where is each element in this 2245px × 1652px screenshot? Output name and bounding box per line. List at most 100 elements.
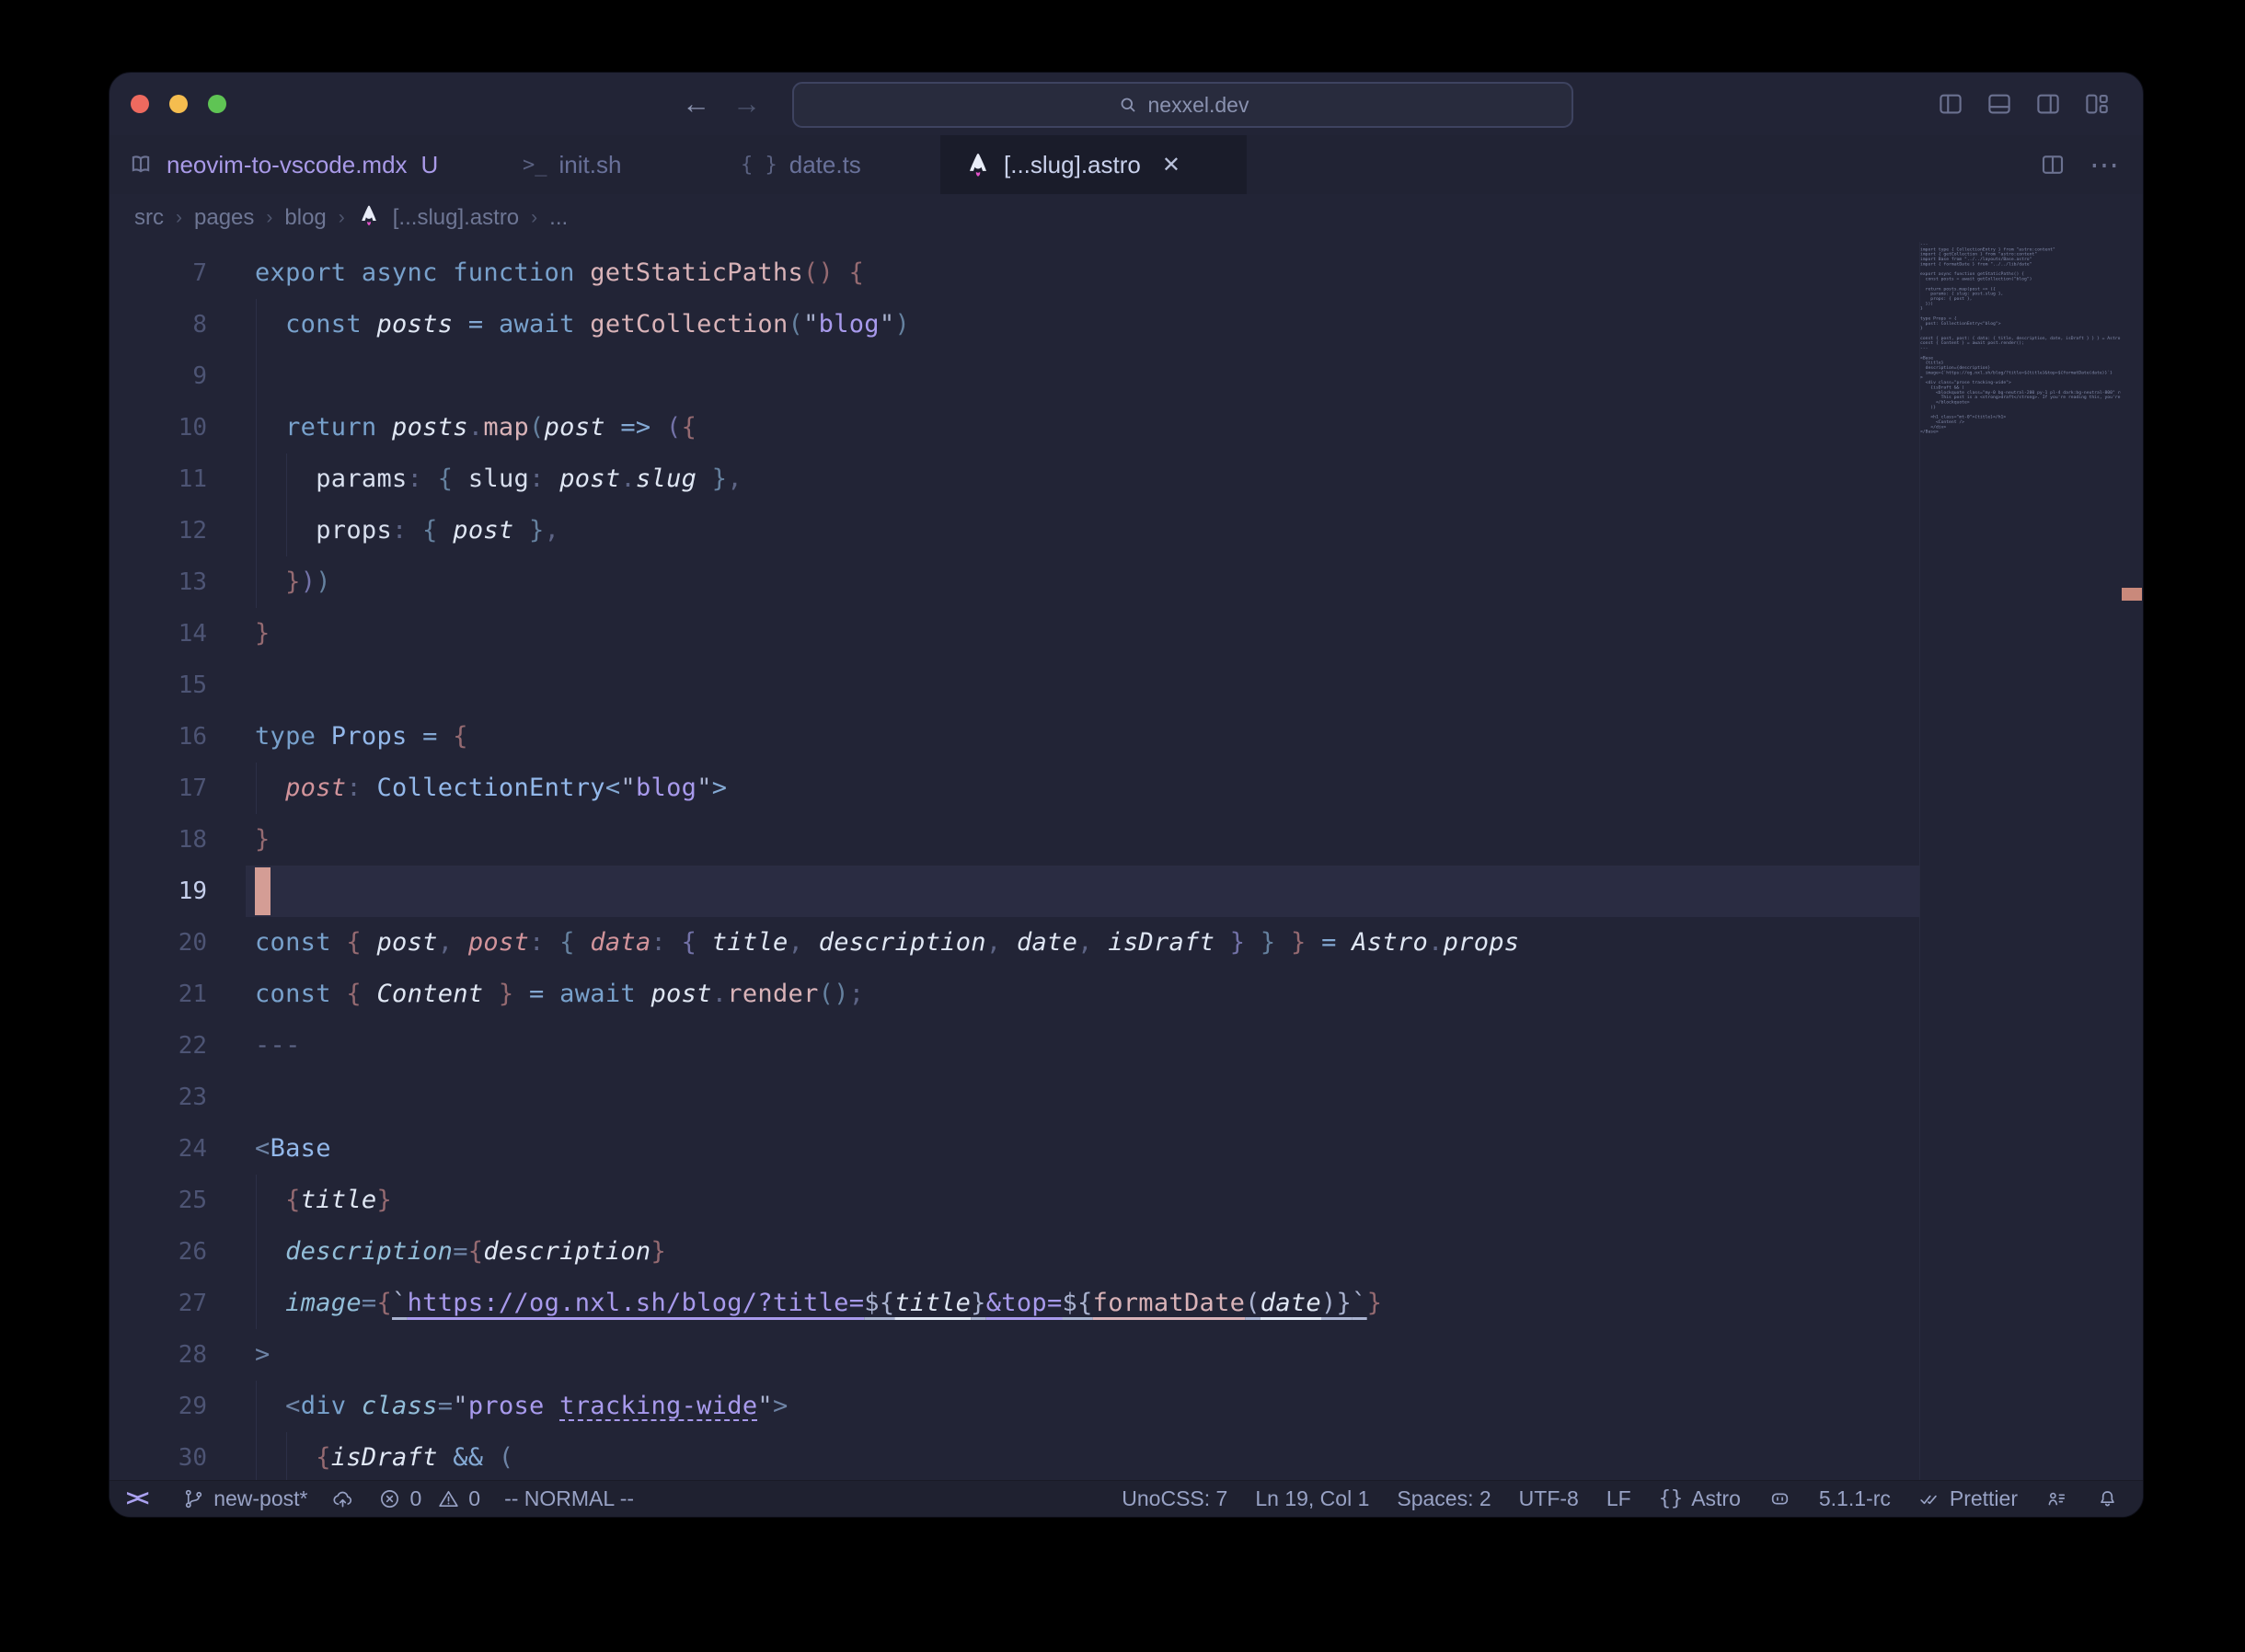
line-number[interactable]: 10 <box>109 402 207 453</box>
minimize-window-button[interactable] <box>169 95 188 113</box>
code-line[interactable]: 20 const { post, post: { data: { title, d… <box>109 917 1919 969</box>
line-number[interactable]: 11 <box>109 453 207 505</box>
code-line[interactable]: 15 <box>109 660 1919 711</box>
breadcrumb-item-file[interactable]: [...slug].astro <box>393 205 519 231</box>
code-line[interactable]: 24 <Base <box>109 1123 1919 1175</box>
zoom-window-button[interactable] <box>208 95 226 113</box>
tab-init-sh[interactable]: >_ init.sh <box>523 135 723 194</box>
accessibility-status[interactable] <box>2045 1487 2068 1510</box>
line-number[interactable]: 24 <box>109 1123 207 1175</box>
breadcrumb-item-blog[interactable]: blog <box>284 205 326 231</box>
breadcrumb-item-more[interactable]: ... <box>549 205 568 231</box>
line-number[interactable]: 20 <box>109 917 207 969</box>
status-bar: >< new-post* 0 0 -- NORMAL -- UnoCSS: 7 … <box>109 1480 2143 1517</box>
copilot-status[interactable] <box>1768 1487 1791 1510</box>
line-number[interactable]: 29 <box>109 1381 207 1432</box>
toggle-left-panel-icon[interactable] <box>1936 90 1965 118</box>
line-number[interactable]: 7 <box>109 247 207 299</box>
forward-button[interactable]: → <box>732 87 761 120</box>
line-number[interactable]: 30 <box>109 1432 207 1484</box>
overview-ruler[interactable] <box>2121 242 2143 1480</box>
code-line[interactable]: 21const { Content } = await post.render(… <box>109 969 1919 1020</box>
line-number[interactable]: 28 <box>109 1329 207 1381</box>
toggle-bottom-panel-icon[interactable] <box>1985 90 2014 118</box>
code-line[interactable]: 16type Props = { <box>109 711 1919 763</box>
code-text: params: { slug: post.slug }, <box>255 453 743 505</box>
tab-slug-astro-active[interactable]: [...slug].astro ✕ <box>940 135 1247 194</box>
eol-status[interactable]: LF <box>1606 1486 1631 1511</box>
close-tab-icon[interactable]: ✕ <box>1162 152 1180 178</box>
line-number[interactable]: 26 <box>109 1226 207 1278</box>
code-text: <div class="prose tracking-wide"> <box>255 1381 789 1432</box>
code-line[interactable]: 14} <box>109 608 1919 660</box>
toggle-right-panel-icon[interactable] <box>2033 90 2063 118</box>
more-actions-icon[interactable]: ⋯ <box>2090 147 2121 182</box>
line-number[interactable]: 25 <box>109 1175 207 1226</box>
sync-changes-button[interactable] <box>331 1487 354 1510</box>
line-number[interactable]: 12 <box>109 505 207 556</box>
code-line[interactable]: 19 <box>109 866 1919 917</box>
code-line[interactable]: 29 <div class="prose tracking-wide"> <box>109 1381 1919 1432</box>
cursor-position-status[interactable]: Ln 19, Col 1 <box>1255 1486 1369 1511</box>
close-window-button[interactable] <box>131 95 149 113</box>
code-line[interactable]: 26 description={description} <box>109 1226 1919 1278</box>
astro-version-status[interactable]: 5.1.1-rc <box>1819 1486 1891 1511</box>
code-line[interactable]: 7export async function getStaticPaths() … <box>109 247 1919 299</box>
code-line[interactable]: 18} <box>109 814 1919 866</box>
code-line[interactable]: 10 return posts.map(post => ({ <box>109 402 1919 453</box>
line-number[interactable]: 16 <box>109 711 207 763</box>
customize-layout-icon[interactable] <box>2082 90 2112 118</box>
warning-count: 0 <box>468 1486 480 1511</box>
code-line[interactable]: 13 })) <box>109 556 1919 608</box>
line-number[interactable]: 13 <box>109 556 207 608</box>
git-branch-item[interactable]: new-post* <box>182 1486 307 1511</box>
code-line[interactable]: 30 {isDraft && ( <box>109 1432 1919 1484</box>
code-line[interactable]: 23 <box>109 1072 1919 1123</box>
tab-neovim-to-vscode[interactable]: neovim-to-vscode.mdx U <box>109 135 523 194</box>
breadcrumb-item-src[interactable]: src <box>134 205 164 231</box>
formatter-status[interactable]: Prettier <box>1918 1486 2018 1511</box>
code-line[interactable]: 28> <box>109 1329 1919 1381</box>
code-line[interactable]: 25 {title} <box>109 1175 1919 1226</box>
code-text: const { post, post: { data: { title, des… <box>255 917 1519 969</box>
overview-ruler-marker <box>2122 588 2142 601</box>
split-editor-icon[interactable] <box>2038 151 2067 178</box>
code-line[interactable]: 17 post: CollectionEntry<"blog"> <box>109 763 1919 814</box>
line-number[interactable]: 22 <box>109 1020 207 1072</box>
code-editor[interactable]: 7export async function getStaticPaths() … <box>109 242 1919 1489</box>
line-number[interactable]: 21 <box>109 969 207 1020</box>
tab-label: date.ts <box>789 151 861 179</box>
line-number[interactable]: 8 <box>109 299 207 350</box>
line-number[interactable]: 18 <box>109 814 207 866</box>
chevron-right-icon: › <box>266 207 272 229</box>
remote-indicator[interactable]: >< <box>126 1486 158 1512</box>
tab-date-ts[interactable]: { } date.ts <box>741 135 940 194</box>
code-line[interactable]: 27 image={`https://og.nxl.sh/blog/?title… <box>109 1278 1919 1329</box>
indentation-status[interactable]: Spaces: 2 <box>1397 1486 1491 1511</box>
code-line[interactable]: 9 <box>109 350 1919 402</box>
unocss-status[interactable]: UnoCSS: 7 <box>1122 1486 1227 1511</box>
line-number[interactable]: 15 <box>109 660 207 711</box>
line-number[interactable]: 19 <box>109 866 207 917</box>
code-line[interactable]: 8 const posts = await getCollection("blo… <box>109 299 1919 350</box>
line-number[interactable]: 23 <box>109 1072 207 1123</box>
line-number[interactable]: 17 <box>109 763 207 814</box>
breadcrumb-item-pages[interactable]: pages <box>194 205 254 231</box>
language-mode-status[interactable]: {} Astro <box>1659 1486 1741 1511</box>
line-number[interactable]: 27 <box>109 1278 207 1329</box>
back-button[interactable]: ← <box>682 87 710 120</box>
line-number[interactable]: 9 <box>109 350 207 402</box>
code-line[interactable]: 22--- <box>109 1020 1919 1072</box>
url-bar[interactable]: nexxel.dev <box>792 82 1573 128</box>
code-line[interactable]: 12 props: { post }, <box>109 505 1919 556</box>
problems-indicator[interactable]: 0 0 <box>378 1486 480 1511</box>
code-line[interactable]: 11 params: { slug: post.slug }, <box>109 453 1919 505</box>
line-number[interactable]: 14 <box>109 608 207 660</box>
code-text: const posts = await getCollection("blog"… <box>255 299 910 350</box>
code-text: <Base <box>255 1123 331 1175</box>
code-text: {isDraft && ( <box>255 1432 513 1484</box>
minimap[interactable]: --- import type { CollectionEntry } from… <box>1919 242 2121 1480</box>
titlebar: ← → nexxel.dev <box>109 73 2143 135</box>
notifications-button[interactable] <box>2096 1487 2119 1510</box>
encoding-status[interactable]: UTF-8 <box>1519 1486 1579 1511</box>
